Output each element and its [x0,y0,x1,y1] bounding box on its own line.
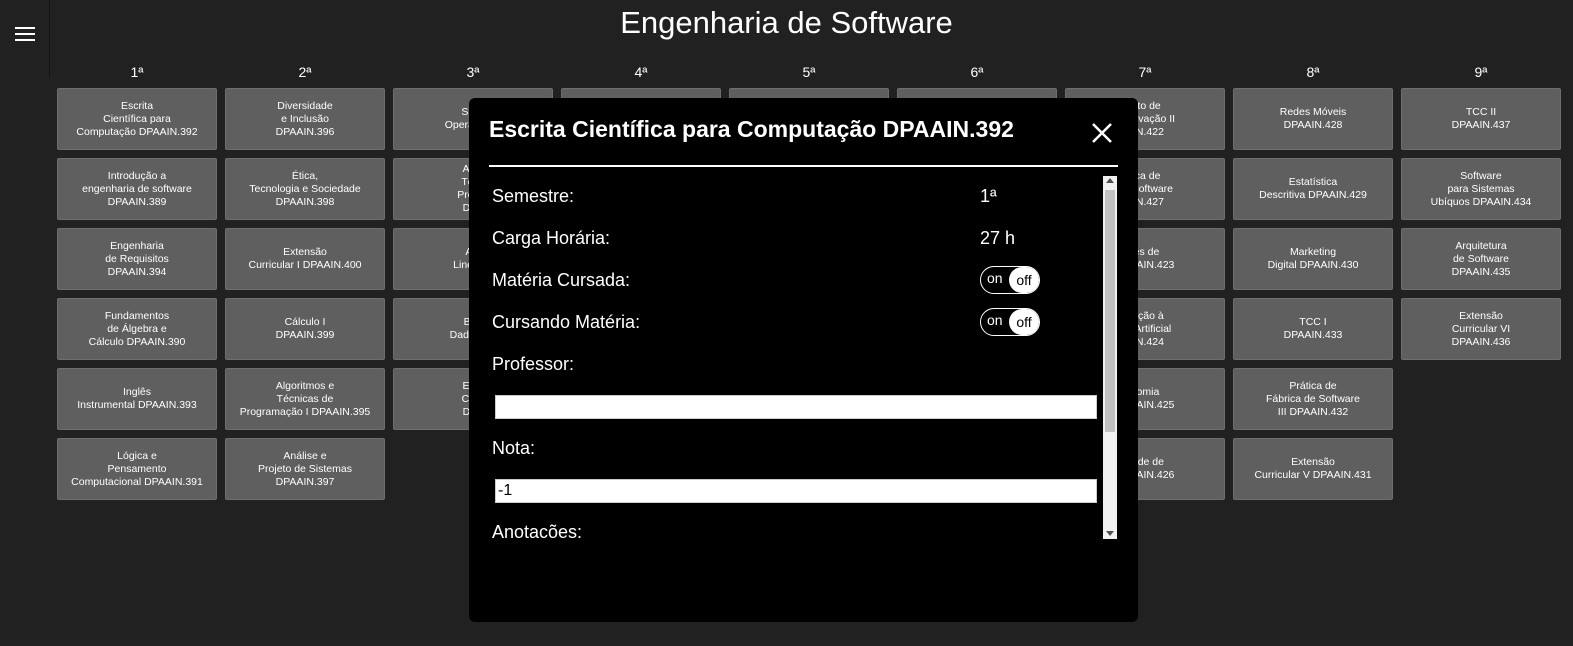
cursando-materia-label: Cursando Matéria: [492,312,641,332]
materia-cursada-toggle[interactable]: on off [980,266,1040,294]
scroll-thumb[interactable] [1105,190,1115,432]
course-card[interactable]: Introdução a engenharia de software DPAA… [57,158,217,220]
course-card[interactable]: Extensão Curricular I DPAAIN.400 [225,228,385,290]
modal-scrollbar[interactable] [1103,176,1117,539]
course-card[interactable]: Prática de Fábrica de Software III DPAAI… [1233,368,1393,430]
scroll-down-arrow-icon[interactable] [1106,531,1114,536]
toggle-on-label: on [987,270,1003,286]
course-modal: Escrita Científica para Computação DPAAI… [469,98,1138,622]
course-card[interactable]: Marketing Digital DPAAIN.430 [1233,228,1393,290]
semester-column: 8ª Redes Móveis DPAAIN.428 Estatística Des… [1233,62,1393,508]
toggle-on-label: on [987,312,1003,328]
semester-heading: 2ª [298,64,312,80]
modal-divider [489,165,1118,167]
course-card[interactable]: Análise e Projeto de Sistemas DPAAIN.397 [225,438,385,500]
course-card[interactable]: Algoritmos e Técnicas de Programação I D… [225,368,385,430]
semester-column: 1ª Escrita Científica para Computação DPA… [57,62,217,508]
anotacoes-label: Anotacões: [492,522,583,539]
carga-horaria-label: Carga Horária: [492,228,611,248]
toggle-off-knob: off [1009,267,1039,293]
course-card[interactable]: Engenharia de Requisitos DPAAIN.394 [57,228,217,290]
course-card[interactable]: Cálculo I DPAAIN.399 [225,298,385,360]
course-card[interactable]: Software para Sistemas Ubíquos DPAAIN.43… [1401,158,1561,220]
nota-label: Nota: [492,438,536,458]
page-title: Engenharia de Software [620,5,953,40]
cursando-materia-toggle[interactable]: on off [980,308,1040,336]
course-card[interactable]: Fundamentos de Álgebra e Cálculo DPAAIN.… [57,298,217,360]
carga-horaria-value: 27 h [980,228,1016,248]
materia-cursada-label: Matéria Cursada: [492,270,631,290]
semester-column: 2ª Diversidade e Inclusão DPAAIN.396 Ética… [225,62,385,508]
semester-column: 9ª TCC II DPAAIN.437 Software para Sistema… [1401,62,1561,508]
semester-heading: 9ª [1474,64,1488,80]
course-card[interactable]: Escrita Científica para Computação DPAAI… [57,88,217,150]
course-card[interactable]: Estatística Descritiva DPAAIN.429 [1233,158,1393,220]
modal-title: Escrita Científica para Computação DPAAI… [489,116,1014,142]
professor-input[interactable] [495,395,1097,419]
course-card[interactable]: Extensão Curricular V DPAAIN.431 [1233,438,1393,500]
scroll-up-arrow-icon[interactable] [1106,178,1114,183]
semester-heading: 3ª [466,64,480,80]
course-card[interactable]: Extensão Curricular VI DPAAIN.436 [1401,298,1561,360]
professor-label: Professor: [492,354,575,374]
modal-body[interactable]: Semestre: 1ª Carga Horária: 27 h Matéria… [489,176,1117,539]
course-card[interactable]: Ética, Tecnologia e Sociedade DPAAIN.398 [225,158,385,220]
course-card[interactable]: TCC II DPAAIN.437 [1401,88,1561,150]
course-card[interactable]: Diversidade e Inclusão DPAAIN.396 [225,88,385,150]
toggle-off-knob: off [1009,309,1039,335]
course-card[interactable]: Lógica e Pensamento Computacional DPAAIN… [57,438,217,500]
semester-heading: 5ª [802,64,816,80]
course-card[interactable]: TCC I DPAAIN.433 [1233,298,1393,360]
course-card[interactable]: Arquitetura de Software DPAAIN.435 [1401,228,1561,290]
course-card[interactable]: Redes Móveis DPAAIN.428 [1233,88,1393,150]
nota-input[interactable] [495,479,1097,503]
close-icon [1092,123,1112,143]
semester-heading: 6ª [970,64,984,80]
semestre-label: Semestre: [492,186,575,206]
close-button[interactable] [1089,120,1115,146]
course-card[interactable]: Inglês Instrumental DPAAIN.393 [57,368,217,430]
semester-heading: 1ª [130,64,144,80]
semestre-value: 1ª [980,186,997,206]
semester-heading: 4ª [634,64,648,80]
semester-heading: 8ª [1306,64,1320,80]
semester-heading: 7ª [1138,64,1152,80]
